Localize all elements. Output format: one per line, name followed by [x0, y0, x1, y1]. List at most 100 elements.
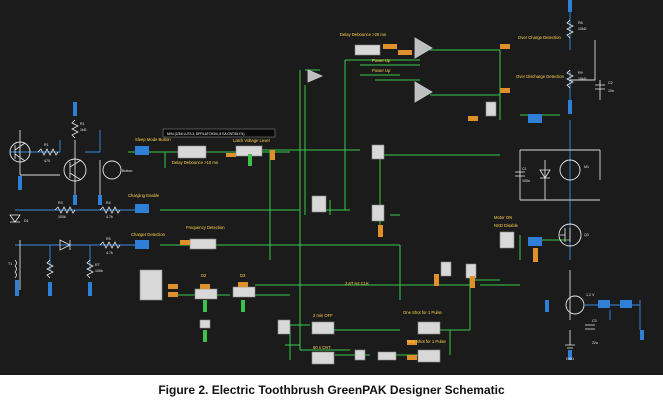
label-motor-on: Motor ON [494, 215, 512, 220]
label-c3: C3 [592, 319, 597, 323]
two-min-counter [311, 321, 335, 335]
freq-detect-counter [189, 238, 217, 250]
pin-r2-top [73, 102, 77, 116]
pin-button [98, 195, 102, 205]
label-fifty-s: 50 s CNT [313, 345, 331, 350]
lut-block-h [485, 101, 497, 117]
lut-block-a [371, 144, 385, 160]
pin-r7 [88, 282, 92, 296]
label-r7-val: 100k [95, 269, 103, 273]
pin-freq-in [180, 240, 190, 245]
battery-source [565, 295, 585, 315]
label-power-up: Power Up [372, 58, 391, 63]
label-sleep-mode: Sleep Mode Button [135, 137, 171, 142]
transformer-t1 [14, 259, 17, 279]
label-r5-val: 4.7k [106, 251, 113, 255]
pin-dff-b [238, 282, 248, 287]
osc-block [139, 269, 163, 301]
pin-q2 [73, 195, 77, 205]
label-r9-val: 10kΩ [578, 77, 587, 81]
label-charging-enable: Charging Enable [128, 193, 160, 198]
pin-r6 [48, 282, 52, 296]
pin-lut-f [434, 274, 439, 286]
pin-osc-b [168, 292, 178, 297]
label-two-min-off: 2 min OFF [313, 313, 333, 318]
pin-vbat [568, 0, 572, 12]
pin-lut-g [470, 276, 475, 288]
pin-charging [135, 204, 149, 213]
comparator-top [414, 37, 433, 59]
label-nsd-disable: NSD Disable [494, 223, 519, 228]
lut-block-d [277, 319, 291, 335]
label-r4: R4 [106, 201, 111, 205]
delay-counter-top [354, 44, 381, 56]
pin-t1 [15, 280, 19, 296]
label-cdr: 2.6T Hz CLK [345, 281, 369, 286]
lut-block-f [440, 261, 452, 277]
schematic-svg: MH4 (2/3/6 LUT/L3, DFF/LATCH3/4, 8 GA CN… [8, 0, 644, 365]
transistors [9, 141, 585, 315]
label-c1-val: 100n [522, 179, 530, 183]
pin-dff-a [200, 284, 210, 289]
pin-green-inv [203, 330, 207, 342]
zener-d1 [9, 214, 21, 223]
schematic-canvas: MH4 (2/3/6 LUT/L3, DFF/LATCH3/4, 8 GA CN… [0, 0, 663, 375]
comparator-bottom [414, 81, 433, 103]
label-gnd: GND [566, 357, 574, 361]
pin-r9 [568, 100, 572, 114]
label-one-shot-2: One Shot for 1 Pulse [407, 339, 447, 344]
label-button: Button [122, 169, 132, 173]
label-q3: Q3 [584, 233, 589, 237]
fifty-s-counter [311, 351, 335, 365]
label-r7: R7 [95, 263, 100, 267]
label-r4-val: 4.7k [106, 215, 113, 219]
pin-comp-in [398, 50, 412, 55]
green-wires [128, 49, 570, 360]
pin-q1 [18, 176, 22, 190]
label-over-charge: Over Charge Detection [518, 35, 561, 40]
button-switch [102, 160, 122, 180]
capacitor-c3 [585, 324, 595, 330]
pin-motor-out [533, 248, 538, 262]
label-delay-small: Delay Debounce >10 ms [172, 160, 218, 165]
label-r1: R1 [44, 143, 49, 147]
pin-vdd-b [620, 300, 632, 308]
label-d3: D3 [240, 273, 246, 278]
label-r9: R9 [578, 71, 583, 75]
label-over-discharge: Over Discharge Detection [516, 74, 565, 79]
label-frequency-detection: Frequency Detection [186, 225, 225, 230]
lut-block-g [465, 263, 477, 279]
pin-shot-b [407, 355, 417, 360]
pin-osc-a [168, 284, 178, 289]
label-charger-detection: Charger Detection [131, 232, 166, 237]
label-r2: R1 [80, 122, 85, 126]
latch-counter [177, 145, 207, 159]
label-r3-val: 100k [58, 215, 66, 219]
label-one-shot-1: One Shot for 1 Pulse [403, 310, 443, 315]
figure-caption: Figure 2. Electric Toothbrush GreenPAK D… [158, 383, 505, 397]
label-motor: M1 [584, 165, 589, 169]
label-r8: R8 [578, 21, 583, 25]
label-c1: C1 [522, 167, 527, 171]
component-details [9, 84, 605, 352]
label-c2-val: 10n [608, 89, 614, 93]
lut-block-c [371, 204, 385, 222]
lut-block-e [354, 349, 366, 361]
pin-discharge [528, 114, 542, 123]
buffer-gate [307, 69, 324, 83]
pin-green-latch [248, 154, 252, 166]
pin-batt-left [545, 300, 549, 312]
label-r3: R3 [58, 201, 63, 205]
one-shot-top [417, 321, 441, 335]
hint-box-text: MH4 (2/3/6 LUT/L3, DFF/LATCH3/4, 8 GA CN… [167, 132, 244, 136]
dff-two [232, 286, 256, 298]
label-c2: C2 [608, 81, 613, 85]
label-r5: R5 [106, 237, 111, 241]
white-wires [19, 40, 601, 345]
small-inverter [199, 319, 211, 329]
label-t1: T1 [8, 262, 12, 266]
label-c3-val: 22u [592, 341, 598, 345]
pin-lut-c [378, 225, 383, 237]
pin-over-charge [500, 44, 510, 49]
pin-latch-in [226, 153, 236, 157]
